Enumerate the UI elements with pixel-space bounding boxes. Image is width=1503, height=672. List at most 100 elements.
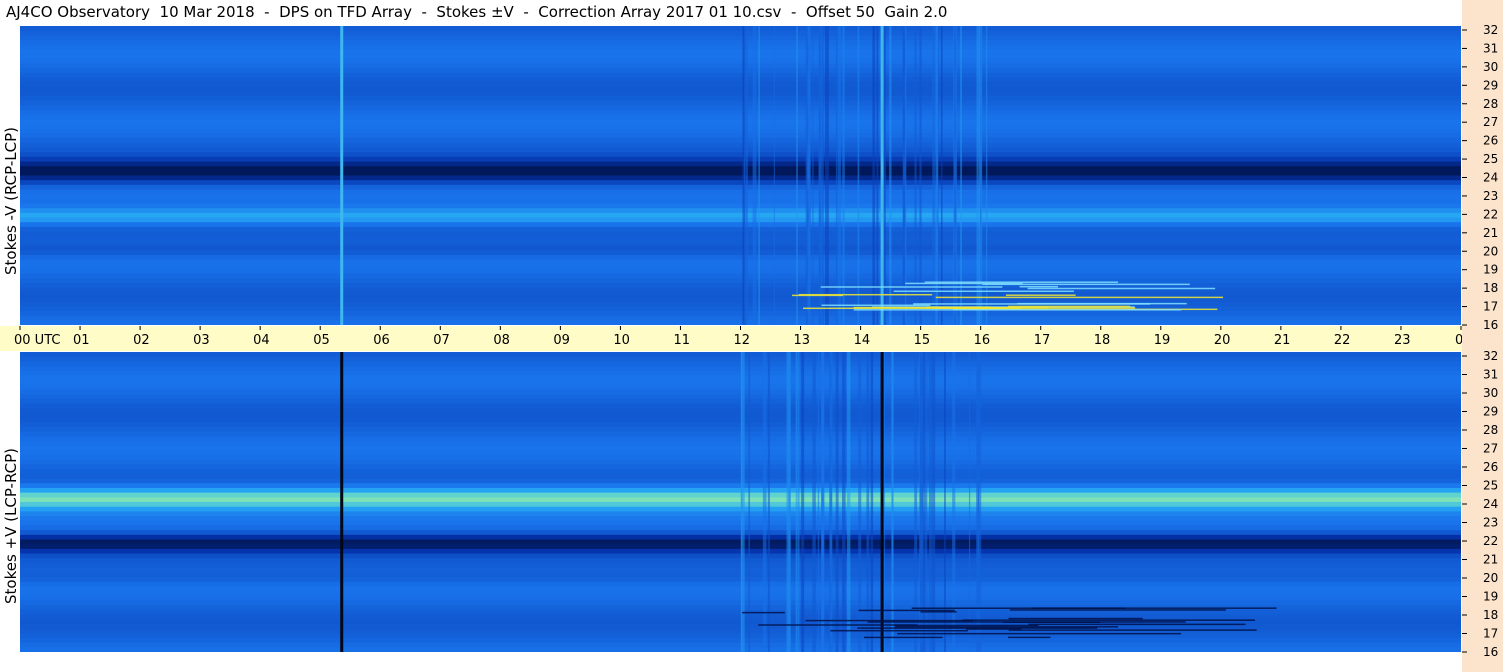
time-tick-label: 16	[974, 333, 991, 348]
heatmap-row	[20, 297, 1461, 302]
time-tick-label: 18	[1094, 333, 1111, 348]
emission-streak	[897, 633, 1181, 635]
emission-streak	[925, 281, 1118, 283]
heatmap-row	[20, 488, 1461, 493]
heatmap-row	[20, 241, 1461, 246]
emission-streak	[792, 295, 843, 297]
heatmap-row	[20, 222, 1461, 227]
daytime-streak	[836, 352, 839, 652]
heatmap-row	[20, 460, 1461, 465]
heatmap-row	[20, 549, 1461, 554]
heatmap-row	[20, 208, 1461, 213]
heatmap-row	[20, 610, 1461, 615]
daytime-streak	[818, 26, 822, 325]
time-tick-label: 14	[854, 333, 871, 348]
emission-streak	[854, 307, 1049, 309]
interference-line-0	[340, 352, 343, 652]
heatmap-row	[20, 96, 1461, 101]
time-axis: 00 UTC 01 02 03 04 05 06 07 08 09 10 11 12 13 14 15 16 17…	[0, 326, 1462, 351]
freq-tick-label: 16	[1483, 318, 1498, 332]
freq-tick-label: 26	[1483, 460, 1498, 474]
time-tick-label: 07	[433, 333, 450, 348]
heatmap-row	[20, 643, 1461, 648]
heatmap-row	[20, 143, 1461, 148]
emission-streak	[868, 621, 1186, 623]
daytime-streak	[969, 352, 970, 652]
emission-streak	[962, 619, 1255, 621]
heatmap-row	[20, 385, 1461, 390]
daytime-streak	[944, 352, 946, 652]
time-tick-label: 01	[73, 333, 90, 348]
time-tick-label: 17	[1034, 333, 1051, 348]
freq-tick-label: 17	[1483, 300, 1498, 314]
time-tick-label: 08	[493, 333, 510, 348]
heatmap-row	[20, 105, 1461, 110]
y-axis-label-bottom: Stokes +V (LCP-RCP)	[2, 448, 20, 604]
heatmap-row	[20, 87, 1461, 92]
daytime-streak	[986, 26, 987, 325]
daytime-streak	[796, 26, 798, 325]
y-axis-label-top: Stokes -V (RCP-LCP)	[2, 127, 20, 275]
emission-streak	[921, 611, 957, 613]
heatmap-row	[20, 204, 1461, 209]
heatmap-row	[20, 633, 1461, 638]
heatmap-row	[20, 427, 1461, 432]
heatmap-row	[20, 82, 1461, 87]
heatmap-row	[20, 250, 1461, 255]
heatmap-row	[20, 366, 1461, 371]
daytime-streak	[818, 352, 819, 652]
time-tick-label: 03	[193, 333, 210, 348]
daytime-streak	[919, 26, 921, 325]
heatmap-row	[20, 422, 1461, 427]
freq-tick-label: 22	[1483, 534, 1498, 548]
heatmap-row	[20, 283, 1461, 288]
freq-tick-label: 24	[1483, 171, 1498, 185]
time-tick-label: 12	[734, 333, 751, 348]
heatmap-row	[20, 399, 1461, 404]
time-axis-svg: 00 UTC 01 02 03 04 05 06 07 08 09 10 11 12 13 14 15 16 17…	[0, 326, 1462, 351]
heatmap-row	[20, 390, 1461, 395]
heatmap-row	[20, 185, 1461, 190]
heatmap-row	[20, 110, 1461, 115]
freq-tick-label: 18	[1483, 608, 1498, 622]
daytime-streak	[978, 352, 981, 652]
time-tick-label: 19	[1154, 333, 1171, 348]
daytime-streak	[786, 352, 789, 652]
freq-tick-label: 23	[1483, 189, 1498, 203]
daytime-streak	[920, 352, 923, 652]
freq-tick-label: 30	[1483, 386, 1498, 400]
heatmap-row	[20, 129, 1461, 134]
heatmap-row	[20, 465, 1461, 470]
daytime-streak	[914, 352, 917, 652]
interference-line-0	[340, 26, 343, 325]
heatmap-row	[20, 371, 1461, 376]
emission-streak	[822, 305, 931, 307]
emission-streak	[864, 637, 943, 639]
freq-tick-label: 27	[1483, 115, 1498, 129]
time-tick-label: 15	[914, 333, 931, 348]
heatmap-row	[20, 568, 1461, 573]
daytime-streak	[821, 352, 824, 652]
time-tick-label: 13	[794, 333, 811, 348]
heatmap-row	[20, 493, 1461, 498]
heatmap-row	[20, 502, 1461, 507]
daytime-streak	[866, 352, 869, 652]
daytime-streak	[891, 352, 893, 652]
heatmap-row	[20, 441, 1461, 446]
heatmap-row	[20, 600, 1461, 605]
heatmap-row	[20, 497, 1461, 502]
emission-streak	[830, 630, 967, 632]
time-tick-label: 02	[133, 333, 150, 348]
daytime-streak	[812, 26, 813, 325]
freq-tick-label: 30	[1483, 60, 1498, 74]
freq-tick-label: 25	[1483, 479, 1498, 493]
heatmap-row	[20, 615, 1461, 620]
daytime-streak	[876, 26, 878, 325]
freq-tick-label: 31	[1483, 41, 1498, 55]
heatmap-row	[20, 161, 1461, 166]
time-tick-label: 06	[373, 333, 390, 348]
heatmap-row	[20, 418, 1461, 423]
daytime-streak	[829, 352, 832, 652]
heatmap-row	[20, 582, 1461, 587]
heatmap-row	[20, 591, 1461, 596]
